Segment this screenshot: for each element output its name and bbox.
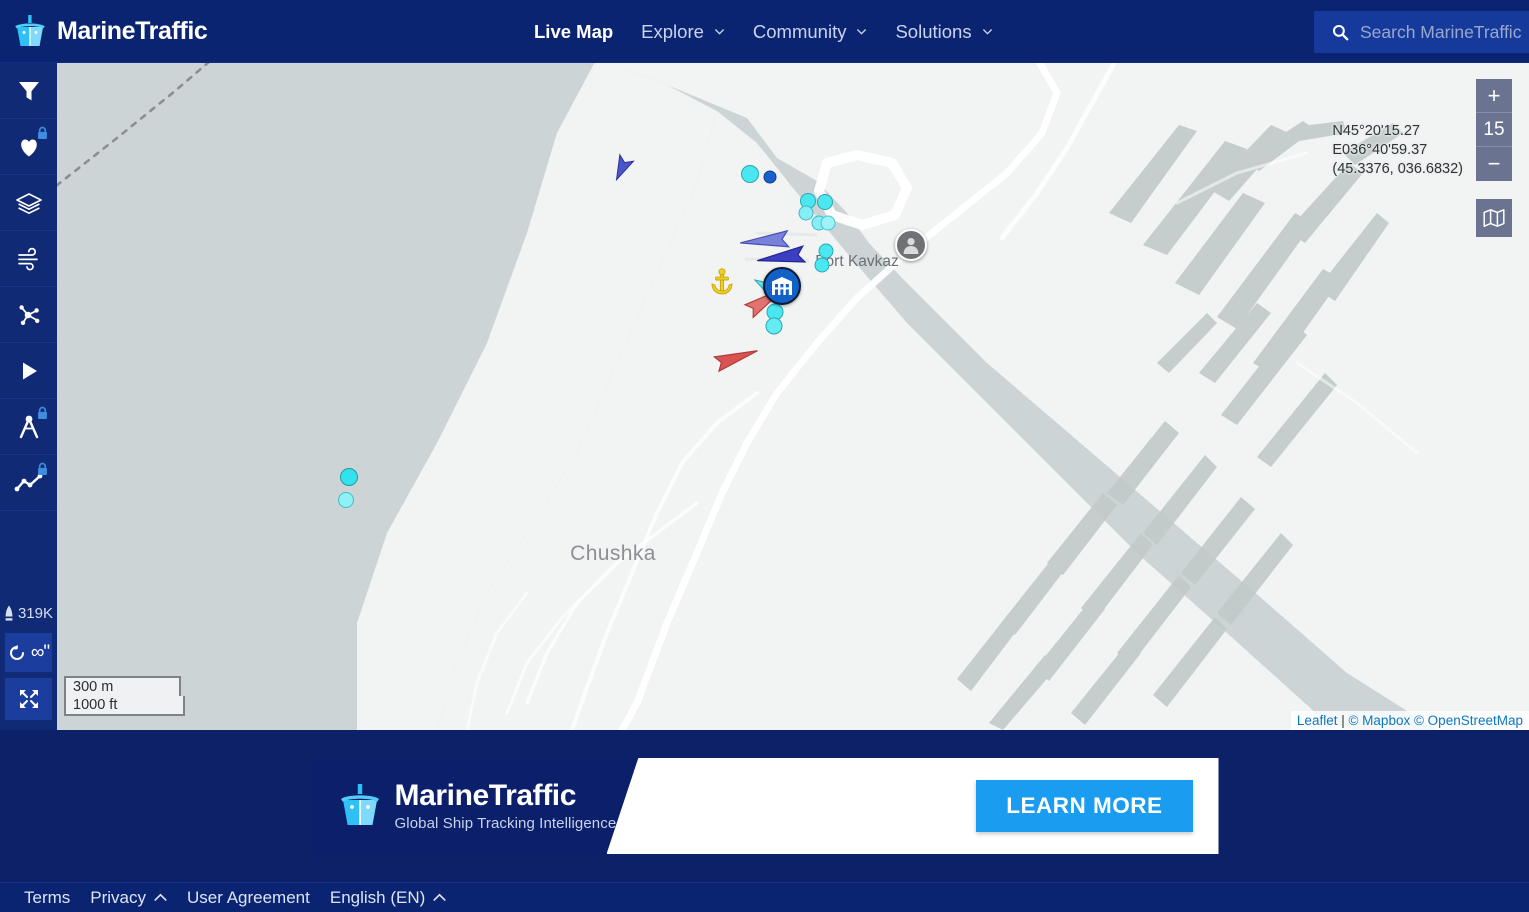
play-icon — [22, 362, 37, 379]
moored-vessel-marker[interactable] — [798, 205, 814, 221]
caret-up-icon — [433, 893, 446, 901]
footer-label: User Agreement — [187, 887, 310, 907]
brand-name: MarineTraffic — [57, 16, 208, 45]
moored-vessel-marker[interactable] — [817, 194, 833, 210]
basemap-switch-button[interactable] — [1476, 199, 1512, 237]
map-fold-icon — [1483, 209, 1505, 227]
lock-badge-icon — [38, 462, 47, 475]
attribution-mapbox-link[interactable]: © Mapbox — [1348, 713, 1410, 728]
moored-vessel-marker[interactable] — [340, 468, 358, 486]
port-marker-kavkaz[interactable] — [763, 267, 801, 305]
search-icon — [1332, 24, 1349, 40]
footer-link-user-agreement[interactable]: User Agreement — [177, 888, 320, 908]
footer-label: Privacy — [90, 887, 147, 907]
sidebar-item-measure-tool[interactable] — [0, 399, 57, 455]
vessel-count-icon — [5, 605, 13, 621]
zoom-level-indicator: 15 — [1476, 113, 1512, 147]
auto-refresh-button[interactable]: ∞" — [5, 633, 52, 672]
moored-vessel-marker[interactable] — [818, 243, 834, 259]
brand-home-link[interactable]: MarineTraffic — [0, 14, 208, 48]
moored-vessel-marker[interactable] — [765, 317, 783, 335]
network-icon — [18, 304, 39, 325]
layers-icon — [15, 192, 42, 214]
footer-link-privacy[interactable]: Privacy — [80, 888, 177, 908]
main-navigation: Live Map Explore Community Solutions — [520, 0, 1007, 63]
nav-label: Live Map — [534, 20, 614, 42]
anchor-icon — [711, 268, 733, 295]
chevron-down-icon — [714, 26, 725, 37]
map-attribution: Leaflet | © Mapbox © OpenStreetMap — [1290, 711, 1529, 730]
nav-item-community[interactable]: Community — [739, 0, 882, 63]
nav-item-live-map[interactable]: Live Map — [520, 0, 627, 63]
lock-badge-icon — [38, 406, 47, 419]
lock-badge-icon — [38, 126, 47, 139]
nav-label: Community — [752, 20, 847, 42]
leaflet-map-canvas[interactable]: Chushka Port Kavkaz + 15 − N45°20'15.27 … — [57, 63, 1529, 730]
moored-vessel-marker[interactable] — [338, 492, 354, 508]
learn-more-button[interactable]: LEARN MORE — [976, 780, 1193, 832]
zoom-control: + 15 − — [1476, 79, 1512, 181]
moored-vessel-marker[interactable] — [820, 215, 836, 231]
site-header: MarineTraffic Live Map Explore Community… — [0, 0, 1529, 63]
zoom-out-button[interactable]: − — [1476, 147, 1512, 181]
sidebar-item-filter-tool[interactable] — [0, 63, 57, 119]
nav-label: Explore — [641, 20, 704, 42]
search-placeholder: Search MarineTraffic — [1360, 21, 1522, 42]
ship-logo-icon — [15, 14, 45, 46]
chevron-down-icon — [856, 26, 867, 37]
promo-banner-area: MarineTraffic Global Ship Tracking Intel… — [0, 730, 1529, 882]
expand-arrows-icon — [19, 690, 38, 708]
ship-logo-icon — [340, 784, 379, 826]
funnel-icon — [18, 81, 39, 100]
footer-label: English (EN) — [329, 887, 426, 907]
chevron-down-icon — [982, 26, 993, 37]
zoom-in-button[interactable]: + — [1476, 79, 1512, 113]
moored-vessel-marker[interactable] — [814, 257, 830, 273]
attribution-leaflet-link[interactable]: Leaflet — [1297, 713, 1338, 728]
scale-metric: 300 m — [64, 676, 181, 696]
map-tools-sidebar: 319K ∞" — [0, 63, 57, 730]
map-scale-bar: 300 m 1000 ft — [64, 676, 185, 716]
vessel-count-display: 319K — [0, 596, 57, 630]
banner-brand-name: MarineTraffic — [394, 778, 577, 812]
sidebar-item-map-layers-tool[interactable] — [0, 175, 57, 231]
person-icon — [903, 238, 919, 254]
moored-vessel-marker[interactable] — [763, 170, 777, 184]
map-basemap-graphics — [57, 63, 1529, 730]
attribution-separator: | — [1337, 713, 1349, 728]
promo-banner[interactable]: MarineTraffic Global Ship Tracking Intel… — [310, 758, 1219, 854]
sidebar-item-playback-tool[interactable] — [0, 343, 57, 399]
footer-link-terms[interactable]: Terms — [14, 888, 80, 908]
user-photo-marker[interactable] — [895, 229, 927, 261]
nav-label: Solutions — [895, 20, 972, 42]
footer-language-selector[interactable]: English (EN) — [320, 888, 456, 908]
nav-item-solutions[interactable]: Solutions — [881, 0, 1006, 63]
banner-brand-block: MarineTraffic Global Ship Tracking Intel… — [311, 778, 617, 833]
banner-tagline: Global Ship Tracking Intelligence — [394, 815, 617, 833]
refresh-icon — [9, 644, 24, 660]
scale-imperial: 1000 ft — [64, 696, 185, 716]
moored-vessel-marker[interactable] — [741, 165, 759, 183]
nav-item-explore[interactable]: Explore — [627, 0, 739, 63]
attribution-osm-link[interactable]: © OpenStreetMap — [1414, 713, 1523, 728]
sidebar-item-statistics-tool[interactable] — [0, 455, 57, 511]
sidebar-item-density-tool[interactable] — [0, 287, 57, 343]
fullscreen-button[interactable] — [5, 678, 52, 720]
wind-icon — [17, 247, 38, 270]
caret-up-icon — [154, 893, 167, 901]
warehouse-icon — [772, 277, 792, 295]
footer-label: Terms — [24, 887, 71, 907]
refresh-interval-label: ∞" — [30, 642, 50, 663]
marinetraffic-live-map-page: MarineTraffic Live Map Explore Community… — [0, 0, 1529, 912]
sidebar-item-favourites-tool[interactable] — [0, 119, 57, 175]
sidebar-item-weather-tool[interactable] — [0, 231, 57, 287]
vessel-count-value: 319K — [17, 604, 54, 622]
site-footer: Terms Privacy User Agreement English (EN… — [0, 882, 1529, 912]
anchorage-marker[interactable] — [709, 268, 735, 301]
search-input[interactable]: Search MarineTraffic — [1314, 11, 1529, 53]
